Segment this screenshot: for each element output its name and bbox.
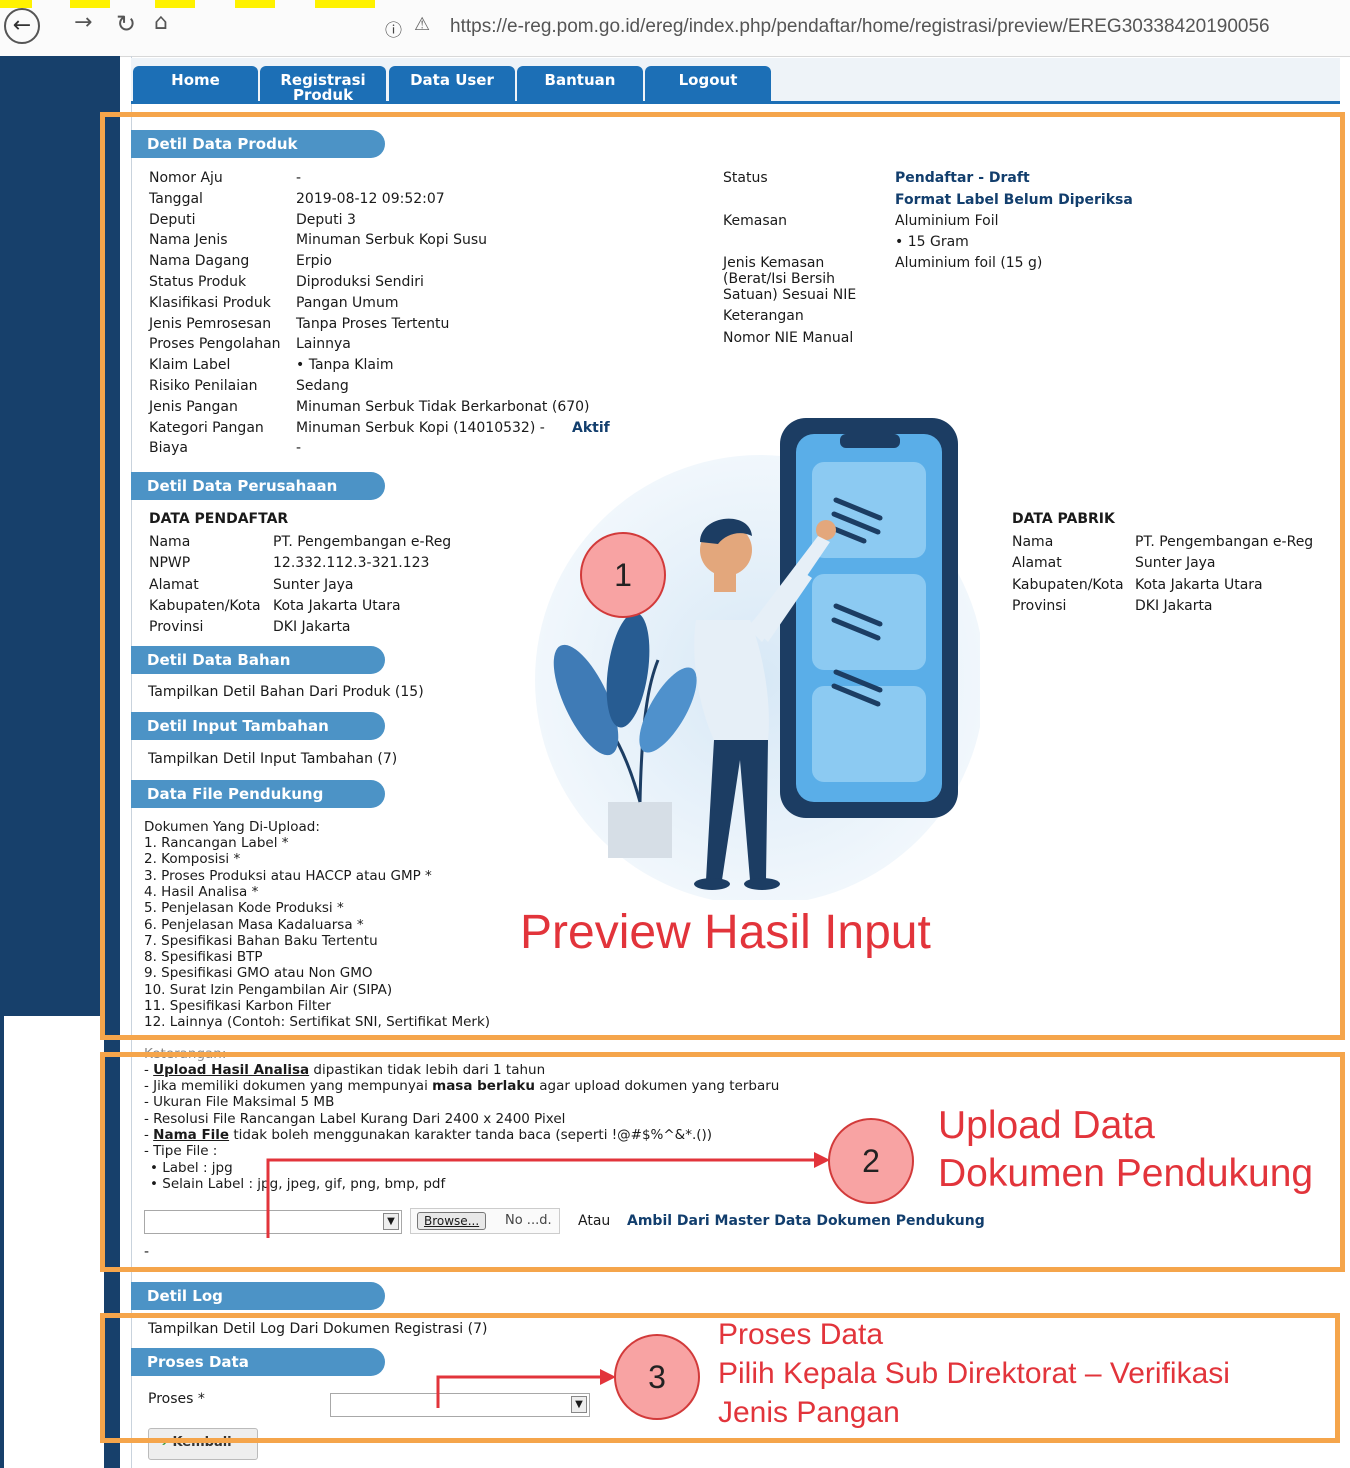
upload-arrow <box>266 1158 820 1238</box>
upload-arrowhead <box>814 1152 830 1168</box>
proses-arrowhead <box>600 1369 616 1385</box>
annotation-arrows <box>266 1152 830 1408</box>
proses-arrow <box>436 1375 606 1408</box>
